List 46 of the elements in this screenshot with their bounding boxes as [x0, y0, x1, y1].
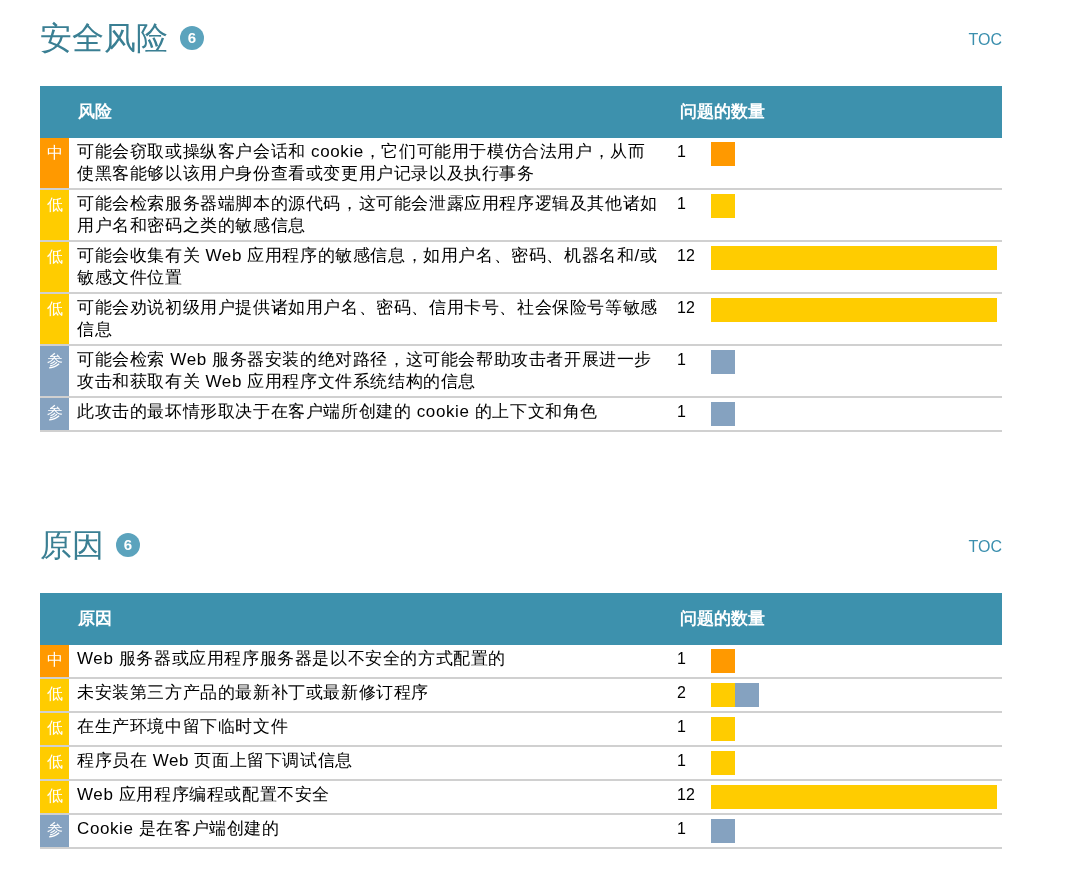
column-header: 问题的数量 [680, 100, 765, 124]
table-cell-text: 此攻击的最坏情形取决于在客户端所创建的 cookie 的上下文和角色 [76, 401, 599, 423]
count-cell-text: 12 [676, 246, 696, 266]
severity-tag: 低 [40, 747, 69, 779]
count-cell-text: 1 [676, 751, 687, 771]
section-title: 原因 [40, 525, 104, 565]
column-header: 问题的数量 [680, 607, 765, 631]
section-title: 安全风险 [40, 18, 168, 58]
table-cell-text: 可能会检索服务器端脚本的源代码，这可能会泄露应用程序逻辑及其他诸如用户名和密码之类的敏感信息 [76, 193, 659, 237]
severity-tag: 低 [40, 190, 69, 240]
column-header: 风险 [78, 100, 113, 124]
table-cell-text: 可能会检索 Web 服务器安装的绝对路径，这可能会帮助攻击者开展进一步攻击和获取有关 Web 应用程序文件系统结构的信息 [76, 349, 654, 393]
severity-tag: 参 [40, 815, 69, 847]
severity-tag: 中 [40, 138, 69, 188]
count-badge: 6 [116, 533, 140, 557]
column-header: 原因 [78, 607, 113, 631]
table-cell-text: 可能会窃取或操纵客户会话和 cookie，它们可能用于模仿合法用户，从而使黑客能够以该用户身份查看或变更用户记录以及执行事务 [76, 141, 647, 185]
severity-tag: 参 [40, 398, 69, 430]
severity-tag: 低 [40, 781, 69, 813]
count-cell-text: 1 [676, 402, 687, 422]
severity-tag: 低 [40, 294, 69, 344]
count-cell-text: 1 [676, 194, 687, 214]
table-cell-text: Cookie 是在客户端创建的 [76, 818, 281, 840]
severity-tag: 低 [40, 242, 69, 292]
count-cell-text: 12 [676, 785, 696, 805]
table-cell-text: 可能会劝说初级用户提供诸如用户名、密码、信用卡号、社会保险号等敏感信息 [76, 297, 659, 341]
toc-link[interactable]: TOC [968, 28, 1002, 52]
table-cell-text: Web 应用程序编程或配置不安全 [76, 784, 331, 806]
count-badge: 6 [180, 26, 204, 50]
table-cell-text: 未安装第三方产品的最新补丁或最新修订程序 [76, 682, 430, 704]
count-cell-text: 1 [676, 649, 687, 669]
table-cell-text: Web 服务器或应用程序服务器是以不安全的方式配置的 [76, 648, 507, 670]
severity-tag: 低 [40, 713, 69, 745]
table-cell-text: 程序员在 Web 页面上留下调试信息 [76, 750, 354, 772]
toc-link[interactable]: TOC [968, 535, 1002, 559]
severity-tag: 低 [40, 679, 69, 711]
table-cell-text: 在生产环境中留下临时文件 [76, 716, 290, 738]
severity-tag: 参 [40, 346, 69, 396]
table-cell-text: 可能会收集有关 Web 应用程序的敏感信息，如用户名、密码、机器名和/或敏感文件位置 [76, 245, 659, 289]
count-cell-text: 1 [676, 350, 687, 370]
count-cell-text: 12 [676, 298, 696, 318]
count-cell-text: 2 [676, 683, 687, 703]
count-cell-text: 1 [676, 142, 687, 162]
severity-tag: 中 [40, 645, 69, 677]
count-cell-text: 1 [676, 819, 687, 839]
count-cell-text: 1 [676, 717, 687, 737]
